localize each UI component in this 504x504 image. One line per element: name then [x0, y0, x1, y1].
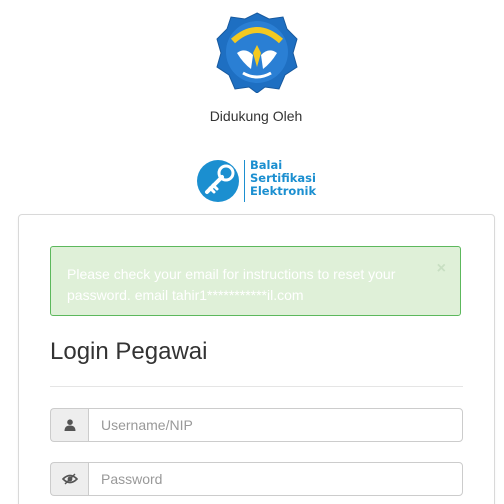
- alert-message: Please check your email for instructions…: [67, 266, 396, 303]
- bse-logo-divider: [244, 160, 245, 202]
- supported-by-label: Didukung Oleh: [209, 108, 303, 124]
- password-input-group: [50, 462, 463, 496]
- login-panel: Please check your email for instructions…: [18, 214, 495, 504]
- alert-close-button[interactable]: ×: [437, 261, 446, 277]
- username-input-group: [50, 408, 463, 442]
- username-input[interactable]: [88, 408, 463, 442]
- page-title: Login Pegawai: [50, 338, 208, 365]
- password-input[interactable]: [88, 462, 463, 496]
- eye-icon[interactable]: [50, 462, 88, 496]
- tut-wuri-handayani-logo-icon: [216, 12, 298, 93]
- bse-logo-text: Balai Sertifikasi Elektronik: [250, 159, 316, 198]
- bse-name-line3: Elektronik: [250, 184, 317, 198]
- success-alert: Please check your email for instructions…: [50, 246, 461, 316]
- title-divider: [50, 386, 463, 387]
- login-page: Didukung Oleh Balai Sertifikasi Elektron…: [0, 0, 504, 504]
- user-icon: [50, 408, 88, 442]
